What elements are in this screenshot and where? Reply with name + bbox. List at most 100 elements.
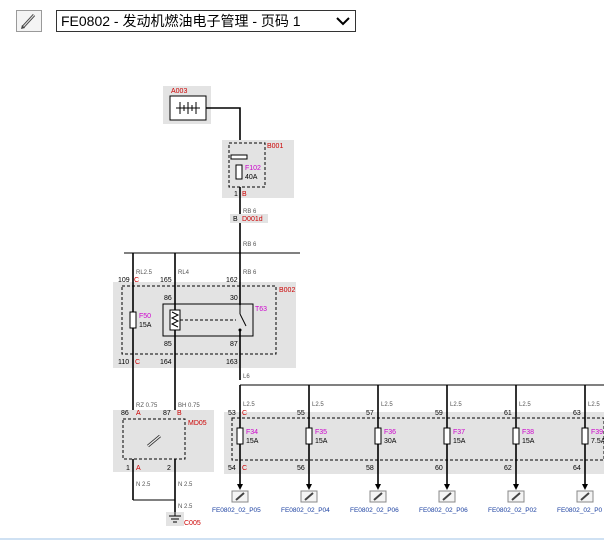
b002-pin-162: 162 <box>226 277 238 284</box>
fuse-rating: 15A <box>522 438 535 445</box>
wire-rb6-b: RB 6 <box>243 242 257 248</box>
fuse-f102-label: F102 <box>245 165 261 172</box>
fuse-wire-label: L2.5 <box>381 402 393 408</box>
b002-id: B002 <box>279 287 295 294</box>
fuse-f50-rating: 15A <box>139 322 152 329</box>
md05-id: MD05 <box>188 420 207 427</box>
fuse-wire-label: L2.5 <box>450 402 462 408</box>
page-select[interactable]: FE0802 - 发动机燃油电子管理 - 页码 1 <box>56 10 356 32</box>
wire-rz075: RZ 0.75 <box>136 403 158 409</box>
pencil-icon <box>21 13 36 29</box>
edit-button[interactable] <box>16 10 42 32</box>
arrow-down-icon <box>306 484 312 490</box>
md05-pin-86: 86 <box>121 410 129 417</box>
fuse-bottom-pin: 60 <box>435 465 443 472</box>
b002-pin-165: 165 <box>160 277 172 284</box>
fuse-top-pin: 53 <box>228 410 236 417</box>
fuse-symbol <box>236 427 244 445</box>
wire-rb6-c: RB 6 <box>243 270 257 276</box>
fuse-wire-label: L2.5 <box>243 402 255 408</box>
wire-bh075: BH 0.75 <box>178 403 200 409</box>
fuse-bottom-pin: 56 <box>297 465 305 472</box>
fuse-label: F39 <box>591 429 603 436</box>
arrow-down-icon <box>237 484 243 490</box>
b002-pin-109: 109 <box>118 277 130 284</box>
connector-pin: B <box>233 216 238 223</box>
fuse-wire-label: L2.5 <box>519 402 531 408</box>
fuse-bottom-pin: 62 <box>504 465 512 472</box>
page-title: FE0802 - 发动机燃油电子管理 - 页码 1 <box>61 13 301 29</box>
b002-pin-110-letter: C <box>135 359 140 366</box>
md05-pin-87-letter: B <box>177 410 182 417</box>
fuse-top-pin: 59 <box>435 410 443 417</box>
fuse-rating: 30A <box>384 438 397 445</box>
fuse-top-pin: 55 <box>297 410 305 417</box>
fuse-f102-pin: 1 <box>234 191 238 198</box>
md05-pin-1: 1 <box>126 465 130 472</box>
page-link[interactable]: FE0802_02_P05 <box>212 507 261 514</box>
relay-pin-85: 85 <box>164 341 172 348</box>
fuse-top-pin: 63 <box>573 410 581 417</box>
fuse-wire-label: L2.5 <box>312 402 324 408</box>
battery-icon <box>176 102 200 114</box>
fuse-rating: 15A <box>246 438 259 445</box>
fuse-f102-rating: 40A <box>245 174 258 181</box>
fuse-rating: 15A <box>315 438 328 445</box>
fuse-box-top-id: B001 <box>267 143 283 150</box>
fuse-symbol <box>374 427 382 445</box>
md05-pin-86-letter: A <box>136 410 141 417</box>
page-link[interactable]: FE0802_02_P06 <box>419 507 468 514</box>
wire-l6: L6 <box>243 374 250 380</box>
page-link[interactable]: FE0802_02_P06 <box>350 507 399 514</box>
fuse-label: F36 <box>384 429 396 436</box>
arrow-down-icon <box>444 484 450 490</box>
fuse-label: F34 <box>246 429 258 436</box>
fuse-bottom-pin: 64 <box>573 465 581 472</box>
fuse-top-pin: 61 <box>504 410 512 417</box>
fuse-bottom-pin-letter: C <box>242 465 247 472</box>
battery-id: A003 <box>171 88 187 95</box>
fuse-f50-label: F50 <box>139 313 151 320</box>
wire-n25-b: N 2.5 <box>178 482 193 488</box>
relay-pin-86: 86 <box>164 295 172 302</box>
fuse-top-pin: 57 <box>366 410 374 417</box>
wire-rl4: RL4 <box>178 270 190 276</box>
relay-pin-30: 30 <box>230 295 238 302</box>
fuse-top-pin-letter: C <box>242 410 247 417</box>
md05-pin-2: 2 <box>167 465 171 472</box>
wiring-diagram: A003 B001 F102 40A 1 B RB 6 B D001d RB 6… <box>113 86 604 527</box>
toolbar: FE0802 - 发动机燃油电子管理 - 页码 1 <box>0 0 604 40</box>
fuse-rating: 7.5A <box>591 438 604 445</box>
fuse-label: F38 <box>522 429 534 436</box>
page-link[interactable]: FE0802_02_P0 <box>557 507 603 514</box>
bottom-divider <box>0 538 604 540</box>
connector-id: D001d <box>242 216 263 223</box>
fuse-f102-pin-letter: B <box>242 191 247 198</box>
fuse-bottom-pin: 58 <box>366 465 374 472</box>
fuse-label: F37 <box>453 429 465 436</box>
page-link[interactable]: FE0802_02_P02 <box>488 507 537 514</box>
arrow-down-icon <box>375 484 381 490</box>
md05-pin-1-letter: A <box>136 465 141 472</box>
b002-pin-110: 110 <box>118 359 129 366</box>
arrow-down-icon <box>513 484 519 490</box>
relay-id: T63 <box>255 306 267 313</box>
ground-icon <box>166 512 184 526</box>
page-link[interactable]: FE0802_02_P04 <box>281 507 330 514</box>
fuse-label: F35 <box>315 429 327 436</box>
ground-id: C005 <box>184 520 201 527</box>
fuse-symbol <box>512 427 520 445</box>
fuse-rating: 15A <box>453 438 466 445</box>
fuse-symbol <box>305 427 313 445</box>
md05-pin-87: 87 <box>163 410 171 417</box>
relay-pin-87: 87 <box>230 341 238 348</box>
chevron-down-icon <box>336 17 350 26</box>
fuse-symbol <box>581 427 589 445</box>
b002-pin-109-letter: C <box>134 277 139 284</box>
fuse-wire-label: L2.5 <box>588 402 600 408</box>
fuse-symbol <box>443 427 451 445</box>
wire-rl25: RL2.5 <box>136 270 153 276</box>
fuse-bottom-pin: 54 <box>228 465 236 472</box>
arrow-down-icon <box>582 484 588 490</box>
b002-pin-164: 164 <box>160 359 172 366</box>
